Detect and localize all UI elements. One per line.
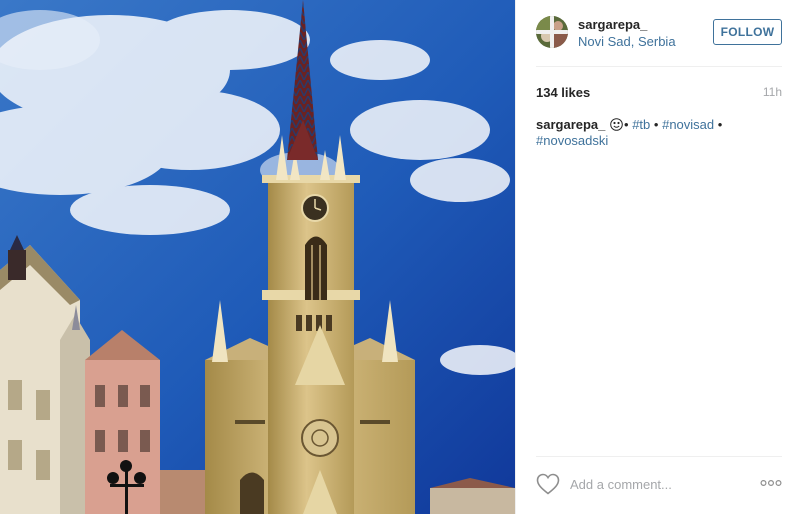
post-footer [536, 456, 782, 514]
comment-input[interactable] [570, 472, 750, 496]
username-link[interactable]: sargarepa_ [578, 17, 647, 32]
caption-separator: • [717, 117, 723, 132]
avatar[interactable] [536, 16, 568, 48]
heart-icon[interactable] [536, 473, 560, 495]
church-spire-photo [0, 0, 515, 514]
post-sidebar: sargarepa_ Novi Sad, Serbia FOLLOW 134 l… [515, 0, 800, 514]
follow-button[interactable]: FOLLOW [713, 19, 782, 45]
header-divider [536, 66, 782, 67]
hashtag-novisad[interactable]: #novisad [662, 117, 714, 132]
caption-separator: • [624, 117, 629, 132]
likes-count[interactable]: 134 likes [536, 85, 590, 100]
hashtag-novosadski[interactable]: #novosadski [536, 133, 608, 148]
smiley-face-icon [610, 118, 623, 131]
location-link[interactable]: Novi Sad, Serbia [578, 34, 676, 49]
hashtag-tb[interactable]: #tb [632, 117, 650, 132]
post-header: sargarepa_ Novi Sad, Serbia FOLLOW [536, 16, 782, 52]
avatar-image [536, 16, 568, 48]
more-options-icon[interactable] [760, 476, 782, 490]
post-container: sargarepa_ Novi Sad, Serbia FOLLOW 134 l… [0, 0, 800, 514]
caption-username[interactable]: sargarepa_ [536, 117, 605, 132]
caption-separator: • [653, 117, 659, 132]
post-photo[interactable] [0, 0, 515, 514]
post-timestamp[interactable]: 11h [763, 85, 782, 99]
post-caption: sargarepa_ • #tb • #novisad • #novosadsk… [536, 117, 776, 149]
